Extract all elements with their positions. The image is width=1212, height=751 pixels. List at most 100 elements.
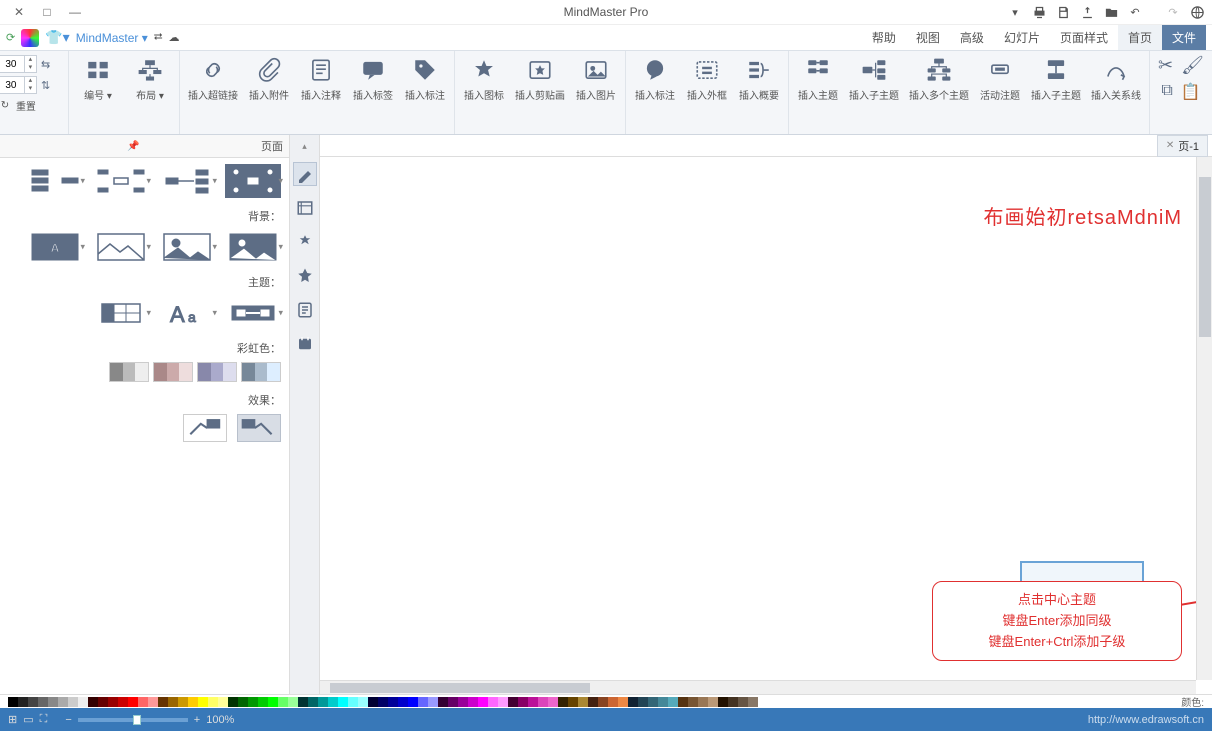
palette-color[interactable]	[408, 697, 418, 707]
layout-button[interactable]: 布局 ▾	[129, 55, 171, 102]
palette-color[interactable]	[118, 697, 128, 707]
dropdown-icon[interactable]: ▾	[1006, 3, 1024, 21]
doc-title[interactable]: MindMaster ▾	[76, 31, 148, 45]
palette-color[interactable]	[58, 697, 68, 707]
save-icon[interactable]	[1054, 3, 1072, 21]
tool-history[interactable]	[293, 332, 317, 356]
palette-color[interactable]	[228, 697, 238, 707]
palette-color[interactable]	[328, 697, 338, 707]
palette-color[interactable]	[178, 697, 188, 707]
fit-icon[interactable]: ▭	[23, 713, 33, 726]
palette-color[interactable]	[258, 697, 268, 707]
copy-icon[interactable]: ⧉	[1161, 82, 1172, 102]
maximize-button[interactable]: □	[34, 2, 60, 22]
floating-topic-button[interactable]: 活动注题	[979, 55, 1021, 102]
palette-color[interactable]	[648, 697, 658, 707]
insert-subtopic-button[interactable]: 插入子主题	[849, 55, 899, 102]
tab-view[interactable]: 视图	[906, 25, 950, 50]
palette-color[interactable]	[448, 697, 458, 707]
hspacing-input[interactable]: ▴▾	[0, 55, 37, 73]
fullscreen-icon[interactable]: ⛶	[40, 713, 48, 726]
tool-clipart[interactable]	[293, 264, 317, 288]
palette-color[interactable]	[338, 697, 348, 707]
theme-thumb-2[interactable]: Aa	[159, 296, 215, 330]
export-icon[interactable]	[1078, 3, 1096, 21]
palette-color[interactable]	[658, 697, 668, 707]
layout-thumb-1[interactable]	[27, 164, 83, 198]
palette-color[interactable]	[708, 697, 718, 707]
palette-color[interactable]	[488, 697, 498, 707]
tool-format[interactable]	[293, 162, 317, 186]
palette-color[interactable]	[368, 697, 378, 707]
palette-color[interactable]	[678, 697, 688, 707]
palette-color[interactable]	[238, 697, 248, 707]
footer-link[interactable]: http://www.edrawsoft.cn	[1088, 714, 1204, 726]
bg-thumb-2[interactable]	[93, 230, 149, 264]
palette-color[interactable]	[628, 697, 638, 707]
eyedropper-icon[interactable]: 🖌	[1181, 55, 1204, 76]
palette-color[interactable]	[268, 697, 278, 707]
zoom-out-button[interactable]: −	[65, 714, 71, 726]
color-swatch[interactable]	[153, 362, 193, 382]
color-swatch[interactable]	[241, 362, 281, 382]
palette-color[interactable]	[188, 697, 198, 707]
theme-icon[interactable]: 👕▾	[45, 29, 69, 46]
redo-icon[interactable]: ↷	[1164, 3, 1182, 21]
canvas-scrollbar-v[interactable]	[1196, 157, 1212, 680]
palette-color[interactable]	[548, 697, 558, 707]
insert-topic-button[interactable]: 插入主题	[797, 55, 839, 102]
canvas-scrollbar-h[interactable]	[320, 680, 1196, 694]
layout-thumb-3[interactable]	[159, 164, 215, 198]
tab-slide[interactable]: 幻灯片	[994, 25, 1050, 50]
insert-boundary-button[interactable]: 插入外框	[686, 55, 728, 102]
palette-color[interactable]	[748, 697, 758, 707]
palette-color[interactable]	[718, 697, 728, 707]
zoom-slider[interactable]	[78, 718, 188, 722]
effect-thumb-1[interactable]	[183, 414, 227, 442]
palette-color[interactable]	[518, 697, 528, 707]
palette-color[interactable]	[618, 697, 628, 707]
palette-color[interactable]	[298, 697, 308, 707]
tab-layout[interactable]: 页面样式	[1050, 25, 1118, 50]
zoom-level[interactable]: 100%	[206, 714, 234, 726]
palette-color[interactable]	[638, 697, 648, 707]
palette-color[interactable]	[688, 697, 698, 707]
palette-color[interactable]	[18, 697, 28, 707]
numbering-button[interactable]: 编号 ▾	[77, 55, 119, 102]
palette-color[interactable]	[398, 697, 408, 707]
bg-thumb-4[interactable]	[225, 230, 281, 264]
palette-color[interactable]	[668, 697, 678, 707]
insert-callout-button[interactable]: 插入标注	[634, 55, 676, 102]
palette-color[interactable]	[78, 697, 88, 707]
bg-thumb-3[interactable]	[159, 230, 215, 264]
tab-file[interactable]: 文件	[1162, 25, 1206, 50]
palette-color[interactable]	[128, 697, 138, 707]
share-icon[interactable]: ⮂	[154, 31, 163, 44]
palette-color[interactable]	[108, 697, 118, 707]
palette-color[interactable]	[588, 697, 598, 707]
print-icon[interactable]	[1030, 3, 1048, 21]
color-swatch[interactable]	[109, 362, 149, 382]
palette-color[interactable]	[288, 697, 298, 707]
tool-iconlib[interactable]	[293, 230, 317, 254]
palette[interactable]	[4, 697, 1177, 707]
palette-color[interactable]	[528, 697, 538, 707]
layout-thumb-4[interactable]	[225, 164, 281, 198]
palette-color[interactable]	[68, 697, 78, 707]
palette-color[interactable]	[458, 697, 468, 707]
tab-help[interactable]: 帮助	[862, 25, 906, 50]
theme-thumb-1[interactable]	[93, 296, 149, 330]
palette-color[interactable]	[88, 697, 98, 707]
palette-color[interactable]	[208, 697, 218, 707]
palette-color[interactable]	[568, 697, 578, 707]
globe-icon[interactable]	[1188, 3, 1206, 21]
palette-color[interactable]	[248, 697, 258, 707]
palette-color[interactable]	[198, 697, 208, 707]
bg-thumb-1[interactable]: A	[27, 230, 83, 264]
palette-color[interactable]	[438, 697, 448, 707]
open-icon[interactable]	[1102, 3, 1120, 21]
palette-color[interactable]	[468, 697, 478, 707]
palette-color[interactable]	[578, 697, 588, 707]
palette-color[interactable]	[428, 697, 438, 707]
insert-clipart-button[interactable]: 插人剪贴画	[515, 55, 565, 102]
